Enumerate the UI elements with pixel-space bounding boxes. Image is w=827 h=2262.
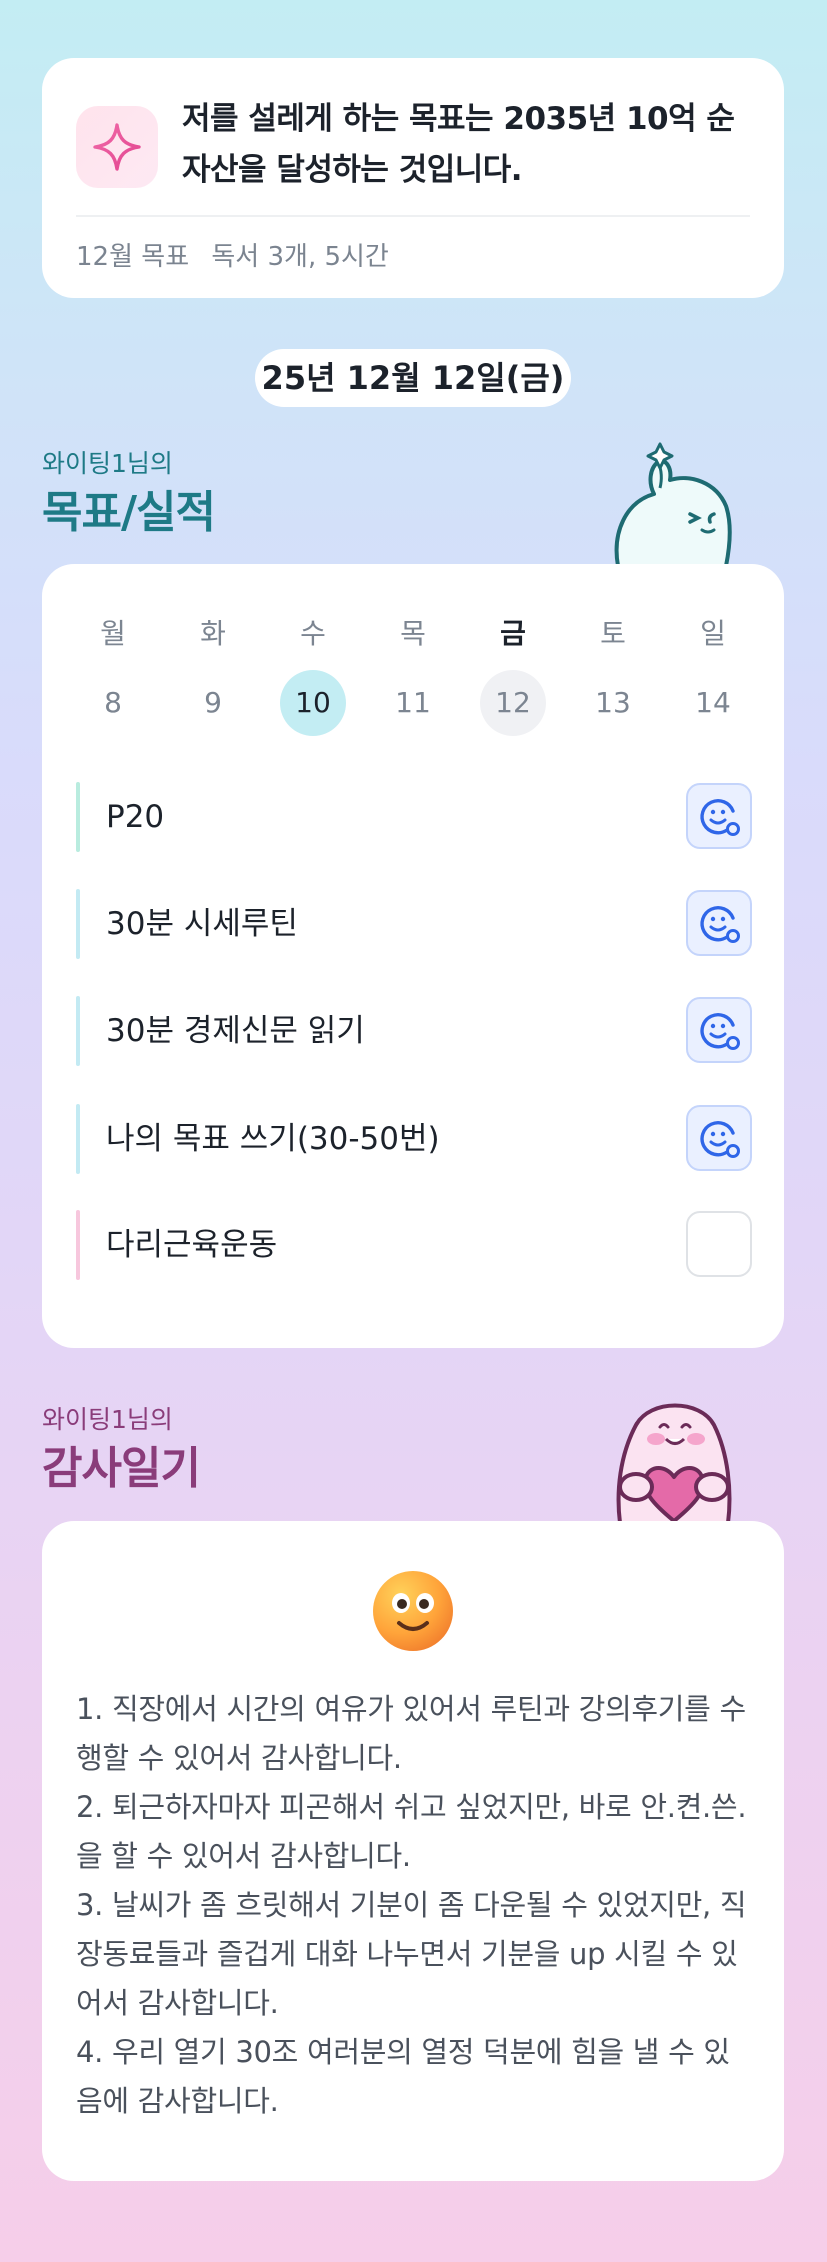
date-row: 8 9 10 11 12 13 14 bbox=[80, 670, 746, 736]
task-checkbox-done[interactable] bbox=[686, 997, 752, 1063]
task-checkbox-done[interactable] bbox=[686, 1105, 752, 1171]
monthly-goal: 12월 목표 독서 3개, 5시간 bbox=[76, 236, 389, 273]
weekday-mon: 월 bbox=[100, 617, 126, 650]
thumbs-up-mascot-icon bbox=[614, 442, 732, 566]
gratitude-entry: 3. 날씨가 좀 흐릿해서 기분이 좀 다운될 수 있었지만, 직장동료들과 즐… bbox=[76, 1888, 747, 2020]
task-checkbox-done[interactable] bbox=[686, 783, 752, 849]
monthly-goal-label: 12월 목표 bbox=[76, 242, 190, 272]
day-10-selected[interactable]: 10 bbox=[280, 670, 346, 736]
weekday-fri: 금 bbox=[500, 617, 526, 650]
day-12-today[interactable]: 12 bbox=[480, 670, 546, 736]
task-checkbox-done[interactable] bbox=[686, 890, 752, 956]
day-13[interactable]: 13 bbox=[580, 670, 646, 736]
weekday-sun: 일 bbox=[700, 617, 726, 650]
weekday-header-row: 월 화 수 목 금 토 일 bbox=[80, 612, 746, 652]
task-item: 30분 시세루틴 bbox=[76, 889, 752, 959]
task-color-bar bbox=[76, 1210, 80, 1280]
smile-face-check-icon bbox=[700, 1121, 740, 1158]
smile-face-check-icon bbox=[700, 1013, 740, 1050]
task-item: 30분 경제신문 읽기 bbox=[76, 996, 752, 1066]
day-14[interactable]: 14 bbox=[680, 670, 746, 736]
goals-section-title: 목표/실적 bbox=[42, 487, 216, 538]
task-label: 30분 경제신문 읽기 bbox=[106, 1013, 365, 1049]
weekday-sat: 토 bbox=[600, 617, 626, 650]
task-color-bar bbox=[76, 782, 80, 852]
weekday-wed: 수 bbox=[300, 617, 326, 650]
divider bbox=[76, 215, 750, 217]
task-item: 나의 목표 쓰기(30-50번) bbox=[76, 1104, 752, 1174]
gratitude-diary-card: 1. 직장에서 시간의 여유가 있어서 루틴과 강의후기를 수행할 수 있어서 … bbox=[42, 1521, 784, 2181]
smiling-face-emoji-icon bbox=[373, 1571, 453, 1651]
goals-section-subtitle: 와이팅1님의 bbox=[42, 449, 173, 478]
task-label: P20 bbox=[106, 799, 165, 835]
gratitude-entry: 1. 직장에서 시간의 여유가 있어서 루틴과 강의후기를 수행할 수 있어서 … bbox=[76, 1692, 746, 1775]
task-color-bar bbox=[76, 1104, 80, 1174]
gratitude-entry: 2. 퇴근하자마자 피곤해서 쉬고 싶었지만, 바로 안.켠.쓴.을 할 수 있… bbox=[76, 1790, 747, 1873]
sparkle-icon bbox=[76, 106, 158, 188]
weekday-thu: 목 bbox=[400, 617, 426, 650]
goal-statement-text: 저를 설레게 하는 목표는 2035년 10억 순자산을 달성하는 것입니다. bbox=[182, 101, 735, 188]
task-checkbox-empty[interactable] bbox=[686, 1211, 752, 1277]
goals-card: 월 화 수 목 금 토 일 8 9 10 11 12 13 14 P20 30분… bbox=[42, 564, 784, 1348]
task-color-bar bbox=[76, 889, 80, 959]
monthly-goal-value: 독서 3개, 5시간 bbox=[211, 242, 389, 272]
day-8[interactable]: 8 bbox=[80, 670, 146, 736]
goal-statement-card: 저를 설레게 하는 목표는 2035년 10억 순자산을 달성하는 것입니다. … bbox=[42, 58, 784, 298]
task-label: 30분 시세루틴 bbox=[106, 906, 298, 942]
heart-mascot-icon bbox=[616, 1403, 732, 1523]
task-label: 나의 목표 쓰기(30-50번) bbox=[106, 1121, 440, 1157]
task-color-bar bbox=[76, 996, 80, 1066]
date-pill[interactable]: 25년 12월 12일(금) bbox=[255, 349, 571, 407]
task-item: P20 bbox=[76, 782, 752, 852]
smile-face-check-icon bbox=[700, 906, 740, 943]
smile-face-check-icon bbox=[700, 799, 740, 836]
gratitude-entry: 4. 우리 열기 30조 여러분의 열정 덕분에 힘을 낼 수 있음에 감사합니… bbox=[76, 2035, 730, 2118]
task-label: 다리근육운동 bbox=[106, 1227, 278, 1263]
day-9[interactable]: 9 bbox=[180, 670, 246, 736]
diary-section-title: 감사일기 bbox=[42, 1443, 201, 1494]
day-11[interactable]: 11 bbox=[380, 670, 446, 736]
gratitude-entries: 1. 직장에서 시간의 여유가 있어서 루틴과 강의후기를 수행할 수 있어서 … bbox=[76, 1685, 754, 2126]
diary-section-subtitle: 와이팅1님의 bbox=[42, 1405, 173, 1434]
task-item: 다리근육운동 bbox=[76, 1210, 752, 1280]
weekday-tue: 화 bbox=[200, 617, 226, 650]
